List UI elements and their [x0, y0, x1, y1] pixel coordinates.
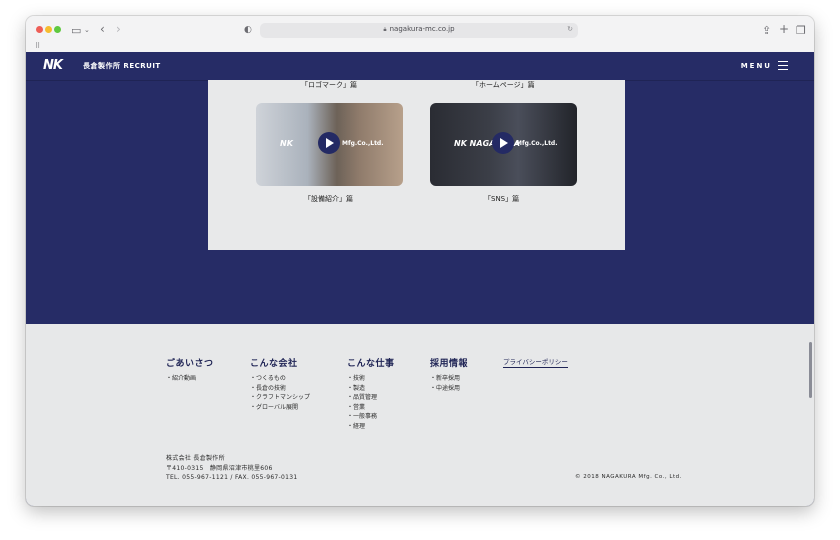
footer-link[interactable]: ・長倉の技術 [250, 384, 310, 394]
company-info: 株式会社 長倉製作所 〒410-0315 静岡県沼津市桃里606 TEL. 05… [166, 454, 298, 483]
tab-grid-icon[interactable]: ⠿ [35, 41, 40, 52]
footer-link[interactable]: ・中途採用 [430, 384, 468, 394]
privacy-policy-link[interactable]: プライバシーポリシー [503, 356, 568, 368]
minimize-window-button[interactable] [45, 26, 52, 33]
back-arrow-icon[interactable]: ‹ [100, 23, 105, 35]
site-logo-text[interactable]: 長倉製作所 RECRUIT [83, 61, 161, 71]
footer-heading[interactable]: ごあいさつ [166, 356, 214, 369]
video-brand-suffix: Mfg.Co.,Ltd. [342, 140, 384, 147]
footer-link[interactable]: ・紹介動画 [166, 374, 214, 384]
browser-toolbar: ▭ ⌄ ‹ › ⠿ ◐ 🔒︎ nagakura-mc.co.jp ↻ ⇪ + ❐ [26, 16, 814, 53]
reload-icon[interactable]: ↻ [567, 25, 573, 33]
sidebar-toggle-icon[interactable]: ▭ [71, 25, 81, 36]
footer-link[interactable]: ・製造 [347, 384, 395, 394]
footer-link[interactable]: ・技術 [347, 374, 395, 384]
footer-link[interactable]: ・営業 [347, 403, 395, 413]
company-name: 株式会社 長倉製作所 [166, 455, 225, 462]
footer-link[interactable]: ・クラフトマンシップ [250, 393, 310, 403]
address-bar[interactable]: 🔒︎ nagakura-mc.co.jp ↻ [260, 23, 578, 38]
video-caption-sns: 「SNS」篇 [484, 195, 520, 203]
forward-arrow-icon[interactable]: › [116, 23, 121, 35]
url-text: 🔒︎ nagakura-mc.co.jp [383, 25, 455, 33]
copyright: © 2018 NAGAKURA Mfg. Co., Ltd. [575, 474, 682, 480]
footer-column-recruit: 採用情報 ・新卒採用 ・中途採用 [430, 356, 468, 393]
share-icon[interactable]: ⇪ [762, 25, 771, 36]
video-thumbnail-equipment[interactable]: NK Mfg.Co.,Ltd. [256, 103, 403, 186]
footer-link[interactable]: ・新卒採用 [430, 374, 468, 384]
page-scrollbar[interactable] [809, 342, 812, 398]
footer-link[interactable]: ・品質管理 [347, 393, 395, 403]
company-address: 〒410-0315 静岡県沼津市桃里606 [166, 464, 273, 472]
footer-heading[interactable]: 採用情報 [430, 356, 468, 369]
video-caption-logo: 「ロゴマーク」篇 [301, 81, 357, 89]
menu-label[interactable]: MENU [741, 62, 772, 70]
privacy-shield-icon[interactable]: ◐ [244, 25, 252, 36]
lock-icon: 🔒︎ [383, 26, 387, 33]
video-brand-suffix: Mfg.Co.,Ltd. [516, 140, 558, 147]
video-panel: 「ロゴマーク」篇 「ホームページ」篇 NK Mfg.Co.,Ltd. NK NA… [208, 80, 625, 250]
video-caption-homepage: 「ホームページ」篇 [472, 81, 535, 89]
zoom-window-button[interactable] [54, 26, 61, 33]
play-icon[interactable] [318, 132, 340, 154]
close-window-button[interactable] [36, 26, 43, 33]
video-brand-logo: NK [280, 139, 293, 148]
video-thumbnail-sns[interactable]: NK NAGAKURA Mfg.Co.,Ltd. [430, 103, 577, 186]
new-tab-icon[interactable]: + [779, 23, 789, 35]
site-header: NK 長倉製作所 RECRUIT MENU [26, 52, 814, 81]
footer-link[interactable]: ・グローバル展開 [250, 403, 310, 413]
tab-overview-icon[interactable]: ❐ [796, 25, 806, 36]
site-logo-mark[interactable]: NK [43, 58, 75, 73]
video-caption-equipment: 「設備紹介」篇 [304, 195, 353, 203]
footer-column-work: こんな仕事 ・技術 ・製造 ・品質管理 ・営業 ・一般事務 ・経理 [347, 356, 395, 431]
play-icon[interactable] [492, 132, 514, 154]
footer-heading[interactable]: こんな会社 [250, 356, 310, 369]
footer-column-company: こんな会社 ・つくるもの ・長倉の技術 ・クラフトマンシップ ・グローバル展開 [250, 356, 310, 412]
company-phone: TEL. 055-967-1121 / FAX. 055-967-0131 [166, 474, 298, 481]
browser-window: ▭ ⌄ ‹ › ⠿ ◐ 🔒︎ nagakura-mc.co.jp ↻ ⇪ + ❐ … [26, 16, 814, 506]
footer-link[interactable]: ・つくるもの [250, 374, 310, 384]
web-page: NK 長倉製作所 RECRUIT MENU 「ロゴマーク」篇 「ホームページ」篇… [26, 52, 814, 506]
footer-column-greeting: ごあいさつ ・紹介動画 [166, 356, 214, 384]
footer-link[interactable]: ・経理 [347, 422, 395, 432]
site-footer: ごあいさつ ・紹介動画 こんな会社 ・つくるもの ・長倉の技術 ・クラフトマンシ… [26, 324, 814, 506]
footer-heading[interactable]: こんな仕事 [347, 356, 395, 369]
hamburger-menu-icon[interactable] [778, 61, 788, 70]
footer-link[interactable]: ・一般事務 [347, 412, 395, 422]
chevron-down-icon[interactable]: ⌄ [84, 25, 90, 36]
